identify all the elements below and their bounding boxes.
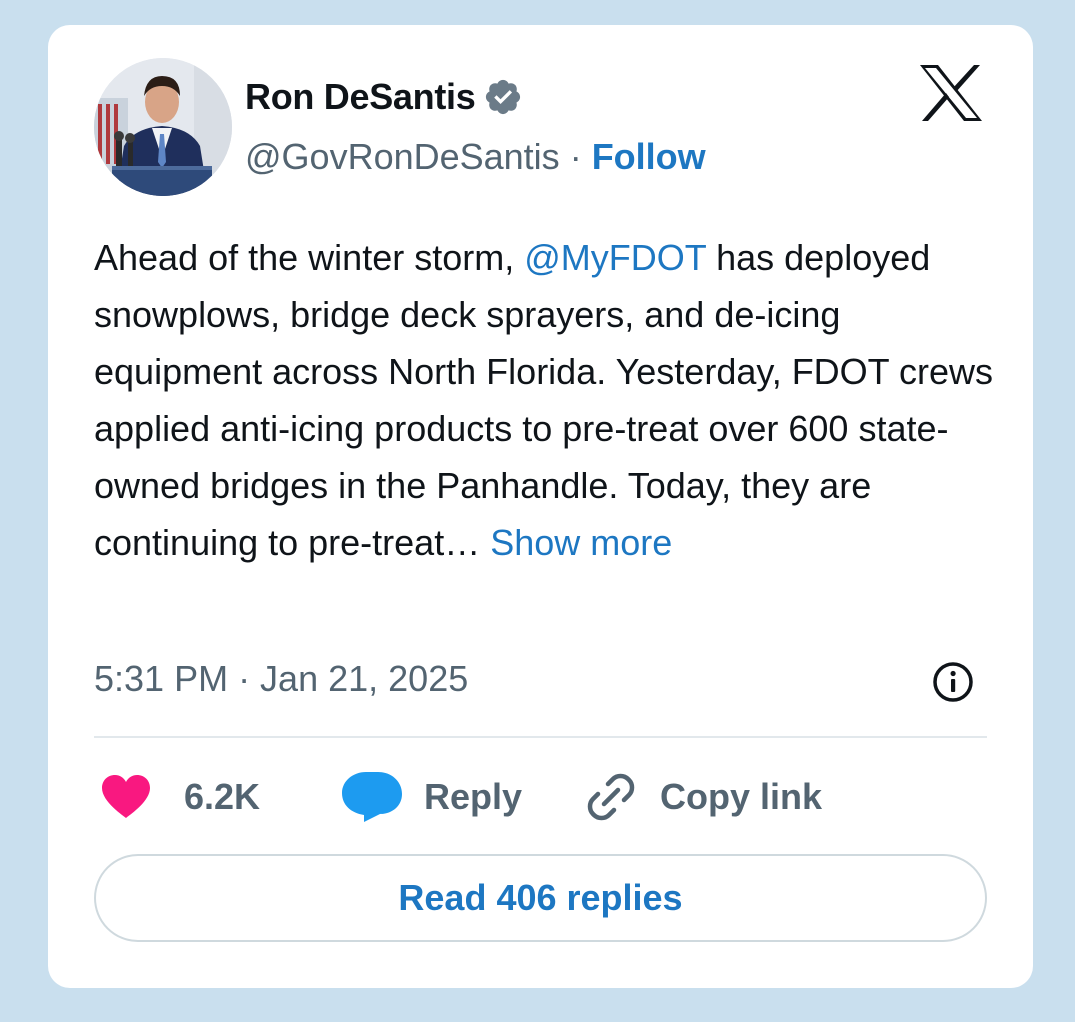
verified-badge-icon — [486, 79, 521, 115]
info-icon[interactable] — [931, 660, 975, 704]
separator-dot: · — [569, 136, 582, 177]
avatar[interactable] — [94, 58, 232, 196]
tweet-text-part: Ahead of the winter storm, — [94, 237, 525, 278]
tweet-card: Ron DeSantis @GovRonDeSantis · Follow Ah… — [48, 25, 1033, 988]
read-replies-label: Read 406 replies — [398, 877, 683, 918]
speech-bubble-icon — [342, 772, 402, 822]
copy-link-label: Copy link — [660, 776, 823, 817]
action-bar: 6.2K Reply Copy link — [94, 769, 987, 825]
like-count: 6.2K — [184, 776, 261, 817]
author-handle[interactable]: @GovRonDeSantis — [245, 136, 560, 178]
display-name[interactable]: Ron DeSantis — [245, 76, 476, 118]
link-icon — [587, 773, 635, 821]
show-more-link[interactable]: Show more — [490, 522, 672, 563]
follow-button[interactable]: Follow — [592, 136, 706, 178]
heart-icon — [102, 775, 150, 818]
mention-link[interactable]: @MyFDOT — [524, 237, 706, 278]
handle-row: @GovRonDeSantis · Follow — [245, 133, 706, 181]
x-logo-icon[interactable] — [918, 63, 984, 123]
like-button[interactable]: 6.2K — [100, 769, 260, 825]
reply-label: Reply — [424, 776, 523, 817]
read-replies-button[interactable]: Read 406 replies — [94, 854, 987, 942]
reply-button[interactable]: Reply — [340, 769, 522, 825]
copy-link-button[interactable]: Copy link — [584, 769, 822, 825]
tweet-text: Ahead of the winter storm, @MyFDOT has d… — [94, 229, 994, 571]
timestamp[interactable]: 5:31 PM · Jan 21, 2025 — [94, 651, 468, 707]
name-row: Ron DeSantis — [245, 73, 523, 121]
tweet-text-part: has deployed snowplows, bridge deck spra… — [94, 237, 994, 563]
divider — [94, 736, 987, 738]
